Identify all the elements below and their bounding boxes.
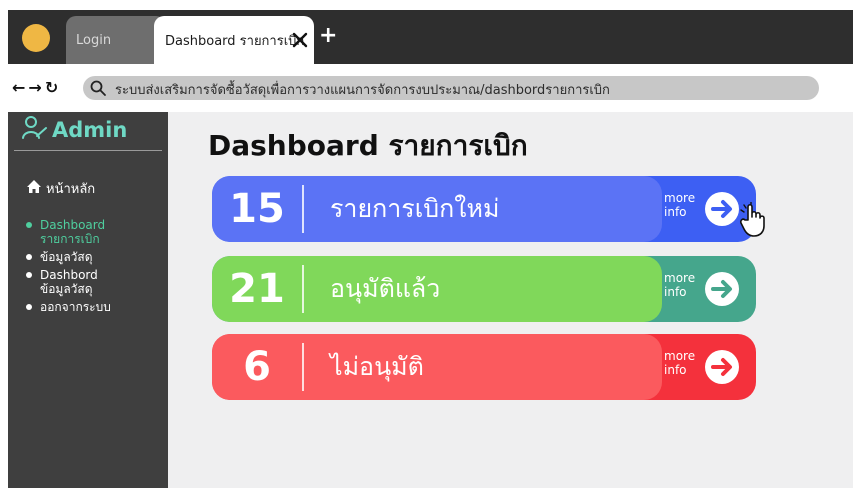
card-divider — [302, 343, 304, 391]
brand-label: Admin — [52, 118, 128, 142]
arrow-right-circle-icon[interactable] — [704, 191, 740, 227]
bullet-icon — [26, 304, 32, 310]
tab-dashboard[interactable]: Dashboard รายการเบิก — [154, 16, 314, 64]
home-icon — [26, 179, 42, 198]
card-label: รายการเบิกใหม่ — [330, 194, 500, 223]
new-tab-button[interactable]: + — [319, 25, 337, 48]
sidebar-item-label: ออกจากระบบ — [40, 300, 111, 314]
hand-pointer-icon — [738, 201, 772, 238]
navigation-controls: ← → ↻ — [12, 78, 58, 97]
sidebar-item-materials-dashboard[interactable]: Dashbord ข้อมูลวัสดุ — [26, 268, 166, 296]
card-label: อนุมัติแล้ว — [330, 274, 441, 303]
bullet-icon — [26, 222, 32, 228]
card-divider — [302, 265, 304, 313]
arrow-right-circle-icon[interactable] — [704, 349, 740, 385]
label-line: ข้อมูลวัสดุ — [40, 282, 93, 296]
card-count: 15 — [229, 186, 285, 232]
more-text: more — [664, 349, 696, 363]
main-content: Dashboard รายการเบิก 15 รายการเบิกใหม่ m… — [168, 112, 853, 488]
user-icon — [20, 114, 48, 146]
sidebar-item-dashboard[interactable]: Dashboard รายการเบิก — [26, 218, 166, 246]
card-divider — [302, 185, 304, 233]
sidebar-item-materials[interactable]: ข้อมูลวัสดุ — [26, 250, 166, 264]
info-text: info — [664, 285, 687, 299]
more-info-link[interactable]: more info — [664, 191, 695, 219]
sidebar-item-logout[interactable]: ออกจากระบบ — [26, 300, 166, 314]
label-line: Dashboard — [40, 218, 106, 232]
sidebar-divider — [14, 150, 162, 151]
sidebar-item-label: ข้อมูลวัสดุ — [40, 250, 93, 264]
card-approved: 21 อนุมัติแล้ว more info — [212, 256, 756, 322]
label-line: Dashbord — [40, 268, 98, 282]
sidebar-item-label: Dashbord ข้อมูลวัสดุ — [40, 268, 98, 296]
url-input[interactable]: ระบบส่งเสริมการจัดซื้อวัสดุเพื่อการวางแผ… — [83, 76, 819, 100]
browser-tab-bar: Login Dashboard รายการเบิก + — [8, 10, 853, 64]
info-text: info — [664, 363, 687, 377]
sidebar-item-home[interactable]: หน้าหลัก — [26, 178, 95, 199]
card-label: ไม่อนุมัติ — [330, 352, 424, 381]
forward-button[interactable]: → — [28, 78, 41, 97]
sidebar-item-label: หน้าหลัก — [46, 182, 96, 197]
card-body: 15 รายการเบิกใหม่ — [212, 176, 662, 242]
card-count: 6 — [243, 344, 271, 390]
back-button[interactable]: ← — [12, 78, 25, 97]
card-rejected: 6 ไม่อนุมัติ more info — [212, 334, 756, 400]
arrow-right-circle-icon[interactable] — [704, 271, 740, 307]
info-text: info — [664, 205, 687, 219]
window-control-button[interactable] — [22, 24, 50, 52]
browser-address-bar: ← → ↻ ระบบส่งเสริมการจัดซื้อวัสดุเพื่อกา… — [8, 64, 853, 112]
reload-button[interactable]: ↻ — [45, 78, 58, 97]
app-frame: Login Dashboard รายการเบิก + ← → ↻ ระบบส… — [8, 10, 853, 488]
card-count: 21 — [229, 266, 285, 312]
bullet-icon — [26, 254, 32, 260]
tab-login-label: Login — [76, 32, 112, 48]
page-title: Dashboard รายการเบิก — [208, 129, 528, 162]
sidebar: Admin หน้าหลัก Dashboard รายการเบิก ข้อม… — [8, 112, 168, 488]
card-new-requests: 15 รายการเบิกใหม่ more info — [212, 176, 756, 242]
tab-dashboard-label: Dashboard รายการเบิก — [165, 33, 305, 49]
label-line: รายการเบิก — [40, 232, 100, 246]
more-text: more — [664, 191, 696, 205]
card-body: 6 ไม่อนุมัติ — [212, 334, 662, 400]
more-info-link[interactable]: more info — [664, 271, 695, 299]
more-text: more — [664, 271, 696, 285]
sidebar-brand: Admin — [20, 112, 127, 148]
sidebar-item-label: Dashboard รายการเบิก — [40, 218, 105, 246]
more-info-link[interactable]: more info — [664, 349, 695, 377]
url-text: ระบบส่งเสริมการจัดซื้อวัสดุเพื่อการวางแผ… — [115, 83, 610, 98]
tab-login[interactable]: Login — [66, 16, 166, 64]
close-icon[interactable] — [290, 30, 310, 50]
search-icon — [89, 79, 107, 97]
card-body: 21 อนุมัติแล้ว — [212, 256, 662, 322]
sidebar-menu: Dashboard รายการเบิก ข้อมูลวัสดุ Dashbor… — [26, 218, 166, 318]
bullet-icon — [26, 272, 32, 278]
